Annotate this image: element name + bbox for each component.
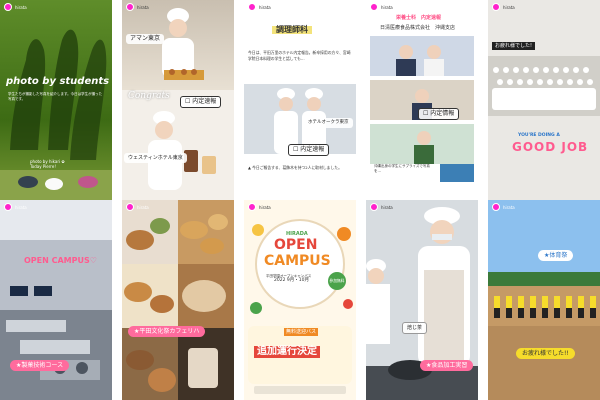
story-tile-9[interactable]: hirata 焙じ茶 ★食品加工実習: [366, 200, 478, 400]
top-tag: 栄養士科 内定速報: [396, 15, 442, 21]
congrats-text: Congrats: [128, 91, 170, 101]
company-label-2: ウェスティンホテル東京: [124, 153, 187, 163]
group-photo: [488, 56, 600, 116]
caption: ★製菓技術コース: [10, 360, 70, 371]
company-label-1: アマン東京: [126, 34, 165, 44]
caption: Today Pierre!: [30, 164, 56, 169]
sports-photo: [488, 200, 600, 400]
story-tile-7[interactable]: hirata ★平田文化祭カフェリハ: [122, 200, 234, 400]
naitei-badge: ☐ 内定情報: [418, 108, 460, 120]
story-title: photo by students: [6, 76, 110, 87]
good-job-text: GOOD JOB: [512, 140, 589, 154]
story-tile-6[interactable]: hirata OPEN CAMPUS♡ ★製菓技術コース: [0, 200, 112, 400]
footer-text: ▲ 今日ご報告する、葛飾木を持つ2人に取材しました。: [248, 165, 342, 170]
top-tag: ★体育祭: [538, 250, 574, 261]
story-tile-8[interactable]: hirata HIRADA OPEN CAMPUS 平田学園オープンキャンパス …: [244, 200, 356, 400]
story-tile-1[interactable]: hirata photo by students 学生たちが撮影した写真を紹介し…: [0, 0, 112, 200]
tea-tag: 焙じ茶: [402, 322, 428, 334]
banner-text: お疲れ様でした!: [492, 42, 536, 50]
caption: ★食品加工実習: [420, 360, 474, 371]
naitei-badge: ☐ 内定速報: [180, 96, 222, 108]
caption: ★平田文化祭カフェリハ: [128, 326, 206, 337]
naitei-badge: ☐ 内定速報: [288, 144, 330, 156]
poster-open: OPEN: [274, 237, 318, 253]
story-tile-4[interactable]: hirata 栄養士科 内定速報 日清医療食品株式会社 沖縄支店 ☐ 内定情報 …: [366, 0, 478, 200]
department-header: 調理師科: [272, 26, 312, 34]
story-text: 学生たちが撮影した写真を紹介します。今日は学生が撮った写真です。: [8, 92, 103, 101]
footer-text: 沖縄出身の学生にサプライズで写真を…: [374, 164, 430, 173]
caption: お疲れ様でした!!: [516, 348, 575, 359]
story-tile-2[interactable]: hirata アマン東京 Congrats ☐ 内定速報 ウェスティンホテル東京: [122, 0, 234, 200]
company-header: 日清医療食品株式会社 沖縄支店: [380, 25, 456, 31]
good-job-small: YOU'RE DOING A: [518, 133, 560, 138]
story-tile-3[interactable]: hirata 調理師科 今日は、平田万里のホテル内定報告。新卒採用の方々、宮崎学…: [244, 0, 356, 200]
story-tile-10[interactable]: hirata ★体育祭 お疲れ様でした!!: [488, 200, 600, 400]
hotel-label: ホテルオークラ東京: [304, 118, 353, 128]
free-dot: 参加無料: [328, 272, 346, 290]
bread-collage: [122, 200, 234, 400]
lead-text: 今日は、平田万里のホテル内定報告。新卒採用の方々、宮崎学院日本料理の学生と話して…: [248, 50, 351, 61]
story-header: hirata: [4, 3, 108, 11]
bus-notice: 追加運行決定: [254, 346, 320, 358]
open-campus-label: OPEN CAMPUS♡: [24, 256, 97, 265]
poster-date: 2022 9月・10月: [274, 278, 309, 283]
bus-badge: 無料送迎バス: [284, 328, 319, 336]
story-tile-5[interactable]: hirata お疲れ様でした! YOU'RE DOING A GOOD JOB: [488, 0, 600, 200]
poster-campus: CAMPUS: [264, 253, 331, 269]
